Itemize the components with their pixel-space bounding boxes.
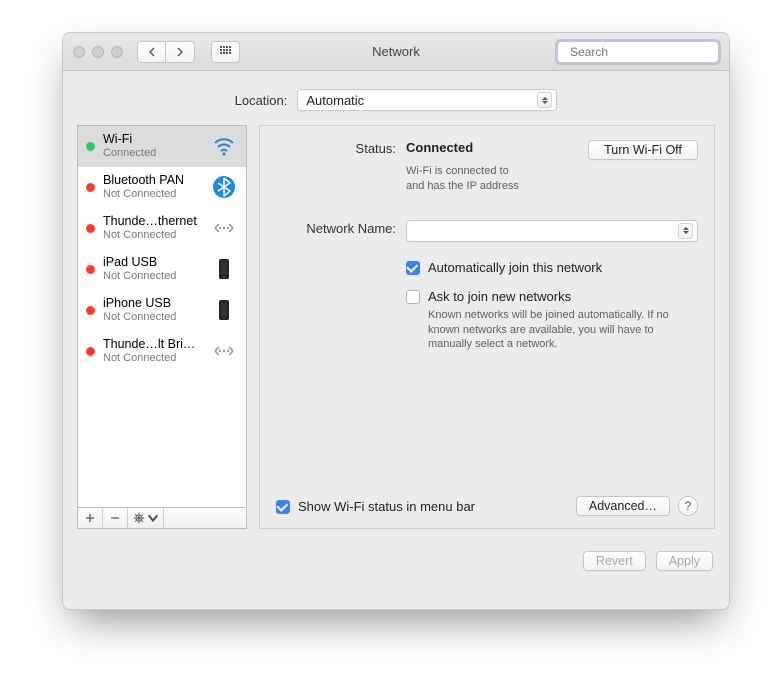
service-item-5[interactable]: Thunde…lt BridgeNot Connected	[78, 331, 246, 372]
service-name: iPhone USB	[103, 296, 202, 310]
search-input[interactable]	[568, 44, 727, 60]
network-name-label: Network Name:	[276, 220, 396, 242]
service-status: Not Connected	[103, 229, 202, 242]
status-dot-icon	[86, 183, 95, 192]
plus-icon	[85, 513, 95, 523]
status-dot-icon	[86, 347, 95, 356]
device-icon	[210, 296, 238, 324]
service-status: Not Connected	[103, 270, 202, 283]
advanced-button[interactable]: Advanced…	[576, 496, 670, 516]
add-service-button[interactable]	[78, 508, 103, 528]
popup-arrows-icon	[678, 223, 693, 239]
status-desc-line2: and has the IP address	[406, 180, 519, 192]
gear-icon	[133, 512, 145, 524]
titlebar: Network	[63, 33, 729, 71]
status-desc-line1: Wi-Fi is connected to	[406, 165, 509, 177]
service-item-3[interactable]: iPad USBNot Connected	[78, 249, 246, 290]
ask-join-description: Known networks will be joined automatica…	[428, 308, 682, 353]
detail-panel: Status: Connected Turn Wi-Fi Off Wi-Fi i…	[259, 125, 715, 529]
status-value: Connected	[406, 140, 473, 155]
minus-icon	[110, 513, 120, 523]
status-description: Wi-Fi is connected to and has the IP add…	[406, 164, 698, 194]
service-item-0[interactable]: Wi-FiConnected	[78, 126, 246, 167]
service-actions-button[interactable]	[128, 508, 164, 528]
service-status: Connected	[103, 147, 202, 160]
apply-button[interactable]: Apply	[656, 551, 713, 571]
service-list[interactable]: Wi-FiConnectedBluetooth PANNot Connected…	[77, 125, 247, 508]
ask-join-checkbox[interactable]	[406, 290, 420, 304]
service-item-1[interactable]: Bluetooth PANNot Connected	[78, 167, 246, 208]
zoom-window-button[interactable]	[111, 46, 123, 58]
bluetooth-icon	[210, 173, 238, 201]
service-name: Bluetooth PAN	[103, 173, 202, 187]
close-window-button[interactable]	[73, 46, 85, 58]
detail-footer: Show Wi-Fi status in menu bar Advanced… …	[276, 496, 698, 516]
location-popup[interactable]: Automatic	[297, 89, 557, 111]
status-dot-icon	[86, 265, 95, 274]
auto-join-label: Automatically join this network	[428, 260, 602, 275]
service-status: Not Connected	[103, 352, 202, 365]
location-value: Automatic	[306, 93, 364, 108]
nav-buttons	[137, 41, 195, 63]
thunderbolt-icon	[210, 337, 238, 365]
show-menu-label: Show Wi-Fi status in menu bar	[298, 499, 475, 514]
service-status: Not Connected	[103, 188, 202, 201]
service-name: Thunde…lt Bridge	[103, 337, 202, 351]
service-item-4[interactable]: iPhone USBNot Connected	[78, 290, 246, 331]
sidebar: Wi-FiConnectedBluetooth PANNot Connected…	[77, 125, 247, 529]
ask-join-row: Ask to join new networks	[406, 289, 698, 304]
forward-button[interactable]	[166, 41, 195, 63]
service-name: Thunde…thernet	[103, 214, 202, 228]
location-row: Location: Automatic	[63, 71, 729, 125]
service-status: Not Connected	[103, 311, 202, 324]
status-dot-icon	[86, 142, 95, 151]
device-icon	[210, 255, 238, 283]
sidebar-footer	[77, 508, 247, 529]
show-menu-checkbox[interactable]	[276, 500, 290, 514]
thunderbolt-icon	[210, 214, 238, 242]
show-all-button[interactable]	[211, 41, 240, 63]
help-button[interactable]: ?	[678, 496, 698, 516]
window-controls	[73, 46, 123, 58]
back-button[interactable]	[137, 41, 166, 63]
service-name: Wi-Fi	[103, 132, 202, 146]
network-preferences-window: Network Location: Automatic Wi-FiConnect…	[62, 32, 730, 610]
minimize-window-button[interactable]	[92, 46, 104, 58]
location-label: Location:	[235, 93, 288, 108]
auto-join-checkbox[interactable]	[406, 261, 420, 275]
turn-wifi-off-button[interactable]: Turn Wi-Fi Off	[588, 140, 698, 160]
status-dot-icon	[86, 224, 95, 233]
network-name-row: Network Name:	[276, 220, 698, 242]
ask-join-label: Ask to join new networks	[428, 289, 571, 304]
service-name: iPad USB	[103, 255, 202, 269]
search-field[interactable]	[557, 41, 719, 63]
status-label: Status:	[276, 140, 396, 194]
status-dot-icon	[86, 306, 95, 315]
bottom-bar: Revert Apply	[63, 543, 729, 571]
main-columns: Wi-FiConnectedBluetooth PANNot Connected…	[63, 125, 729, 543]
network-name-popup[interactable]	[406, 220, 698, 242]
grid-icon	[220, 46, 232, 58]
status-row: Status: Connected Turn Wi-Fi Off Wi-Fi i…	[276, 140, 698, 194]
revert-button[interactable]: Revert	[583, 551, 646, 571]
popup-arrows-icon	[537, 92, 552, 108]
service-item-2[interactable]: Thunde…thernetNot Connected	[78, 208, 246, 249]
chevron-left-icon	[148, 47, 156, 57]
chevron-down-icon	[147, 512, 159, 524]
remove-service-button[interactable]	[103, 508, 128, 528]
auto-join-row: Automatically join this network	[406, 260, 698, 275]
chevron-right-icon	[176, 47, 184, 57]
wifi-icon	[210, 132, 238, 160]
